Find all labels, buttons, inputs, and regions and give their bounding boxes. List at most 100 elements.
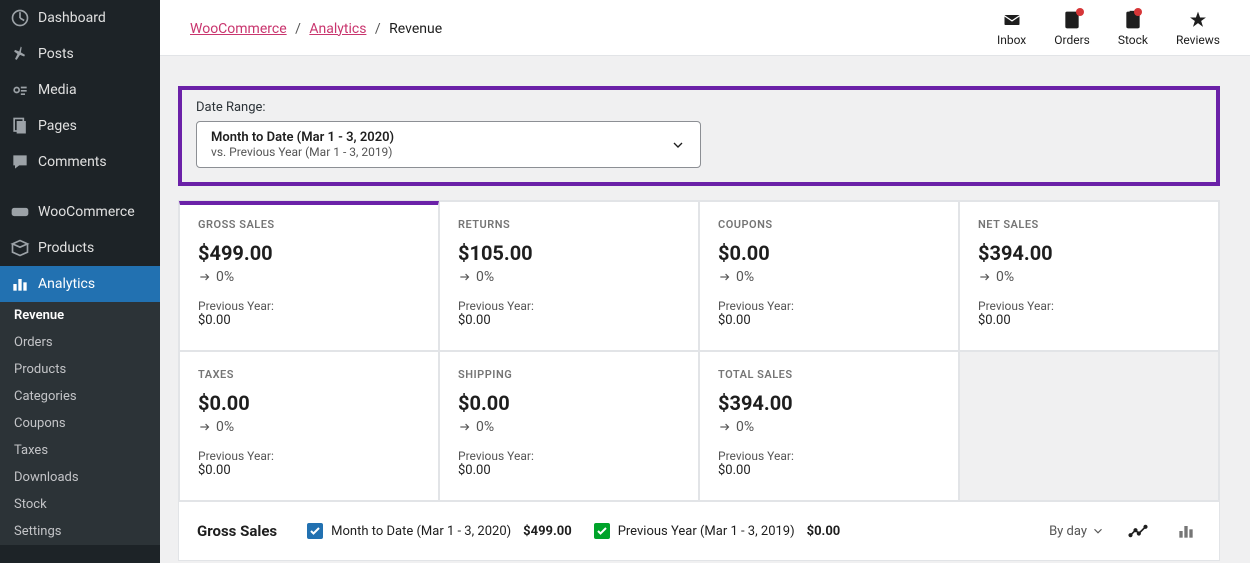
sidebar-item-label: Comments <box>38 154 107 170</box>
kpi-title: COUPONS <box>718 218 940 231</box>
star-icon <box>1188 10 1208 30</box>
header-icon-stock[interactable]: Stock <box>1118 10 1148 47</box>
arrow-right-icon <box>718 420 732 434</box>
kpi-title: GROSS SALES <box>198 218 420 231</box>
header-icon-label: Stock <box>1118 33 1148 47</box>
chart-title: Gross Sales <box>197 522 277 540</box>
dashboard-icon <box>10 8 30 28</box>
media-icon <box>10 80 30 100</box>
sidebar-item-label: Pages <box>38 118 77 134</box>
kpi-prev-label: Previous Year: <box>718 449 940 463</box>
line-chart-button[interactable] <box>1123 516 1153 546</box>
pages-icon <box>10 116 30 136</box>
page-header: WooCommerce / Analytics / Revenue Inbox O… <box>160 0 1250 56</box>
arrow-right-icon <box>198 420 212 434</box>
submenu-item-stock[interactable]: Stock <box>0 491 160 518</box>
submenu-item-downloads[interactable]: Downloads <box>0 464 160 491</box>
sidebar-item-label: Posts <box>38 46 74 62</box>
sidebar-item-analytics[interactable]: Analytics <box>0 266 160 302</box>
products-icon <box>10 238 30 258</box>
sidebar-item-media[interactable]: Media <box>0 72 160 108</box>
notification-badge <box>1134 8 1142 16</box>
sidebar-item-dashboard[interactable]: Dashboard <box>0 0 160 36</box>
chart-series-current[interactable]: Month to Date (Mar 1 - 3, 2020) $499.00 <box>307 523 572 539</box>
submenu-item-coupons[interactable]: Coupons <box>0 410 160 437</box>
kpi-prev-value: $0.00 <box>198 463 420 478</box>
header-icon-reviews[interactable]: Reviews <box>1176 10 1220 47</box>
kpi-tile-gross-sales[interactable]: GROSS SALES$499.000%Previous Year:$0.00 <box>179 201 439 351</box>
kpi-tile-taxes[interactable]: TAXES$0.000%Previous Year:$0.00 <box>179 351 439 501</box>
submenu-item-orders[interactable]: Orders <box>0 329 160 356</box>
sidebar-item-pages[interactable]: Pages <box>0 108 160 144</box>
kpi-value: $0.00 <box>198 391 420 415</box>
kpi-title: TOTAL SALES <box>718 368 940 381</box>
submenu-item-categories[interactable]: Categories <box>0 383 160 410</box>
kpi-tile-net-sales[interactable]: NET SALES$394.000%Previous Year:$0.00 <box>959 201 1219 351</box>
arrow-right-icon <box>978 270 992 284</box>
kpi-tile-shipping[interactable]: SHIPPING$0.000%Previous Year:$0.00 <box>439 351 699 501</box>
chart-series-previous[interactable]: Previous Year (Mar 1 - 3, 2019) $0.00 <box>594 523 841 539</box>
kpi-prev-label: Previous Year: <box>198 299 420 313</box>
date-range-picker[interactable]: Month to Date (Mar 1 - 3, 2020) vs. Prev… <box>196 121 701 168</box>
notification-badge <box>1076 8 1084 16</box>
sidebar-item-label: Products <box>38 240 94 256</box>
submenu-item-taxes[interactable]: Taxes <box>0 437 160 464</box>
kpi-value: $499.00 <box>198 241 420 265</box>
submenu-item-settings[interactable]: Settings <box>0 518 160 545</box>
sidebar-item-woocommerce[interactable]: WooCommerce <box>0 194 160 230</box>
kpi-tile-coupons[interactable]: COUPONS$0.000%Previous Year:$0.00 <box>699 201 959 351</box>
kpi-title: NET SALES <box>978 218 1200 231</box>
kpi-value: $394.00 <box>718 391 940 415</box>
date-range-label: Date Range: <box>196 100 1202 115</box>
date-range-sub: vs. Previous Year (Mar 1 - 3, 2019) <box>211 145 660 159</box>
kpi-prev-value: $0.00 <box>718 313 940 328</box>
bars-icon <box>10 274 30 294</box>
kpi-prev-label: Previous Year: <box>458 299 680 313</box>
breadcrumb-sep: / <box>295 21 301 37</box>
kpi-prev-label: Previous Year: <box>978 299 1200 313</box>
date-range-highlight: Date Range: Month to Date (Mar 1 - 3, 20… <box>178 86 1220 186</box>
breadcrumb: WooCommerce / Analytics / Revenue <box>190 21 442 37</box>
bar-chart-icon <box>1176 521 1196 541</box>
kpi-title: RETURNS <box>458 218 680 231</box>
bar-chart-button[interactable] <box>1171 516 1201 546</box>
chart-header: Gross Sales Month to Date (Mar 1 - 3, 20… <box>178 502 1220 561</box>
kpi-tile-total-sales[interactable]: TOTAL SALES$394.000%Previous Year:$0.00 <box>699 351 959 501</box>
kpi-tile-empty <box>959 351 1219 501</box>
kpi-value: $105.00 <box>458 241 680 265</box>
kpi-prev-value: $0.00 <box>718 463 940 478</box>
admin-sidebar: Dashboard Posts Media Pages Comments WooComme… <box>0 0 160 563</box>
header-icon-orders[interactable]: Orders <box>1054 10 1090 47</box>
header-icon-inbox[interactable]: Inbox <box>997 10 1026 47</box>
breadcrumb-analytics[interactable]: Analytics <box>309 21 366 37</box>
sidebar-item-products[interactable]: Products <box>0 230 160 266</box>
breadcrumb-current: Revenue <box>389 21 442 37</box>
kpi-title: TAXES <box>198 368 420 381</box>
analytics-submenu: RevenueOrdersProductsCategoriesCouponsTa… <box>0 302 160 545</box>
kpi-prev-value: $0.00 <box>978 313 1200 328</box>
pin-icon <box>10 44 30 64</box>
sidebar-item-label: Dashboard <box>38 10 106 26</box>
chart-series-b-label: Previous Year (Mar 1 - 3, 2019) <box>618 524 795 539</box>
kpi-delta: 0% <box>978 269 1200 285</box>
kpi-grid: GROSS SALES$499.000%Previous Year:$0.00R… <box>178 200 1220 502</box>
interval-label: By day <box>1049 524 1087 539</box>
breadcrumb-woocommerce[interactable]: WooCommerce <box>190 21 287 37</box>
sidebar-item-posts[interactable]: Posts <box>0 36 160 72</box>
comment-icon <box>10 152 30 172</box>
interval-select[interactable]: By day <box>1049 524 1105 539</box>
kpi-prev-value: $0.00 <box>458 313 680 328</box>
submenu-item-revenue[interactable]: Revenue <box>0 302 160 329</box>
checkbox-checked-icon <box>307 523 323 539</box>
chevron-down-icon <box>670 137 686 153</box>
header-icons: Inbox Orders Stock Reviews <box>997 10 1220 47</box>
chevron-down-icon <box>1091 524 1105 538</box>
header-icon-label: Reviews <box>1176 33 1220 47</box>
kpi-delta: 0% <box>718 269 940 285</box>
submenu-item-products[interactable]: Products <box>0 356 160 383</box>
kpi-tile-returns[interactable]: RETURNS$105.000%Previous Year:$0.00 <box>439 201 699 351</box>
sidebar-item-label: Media <box>38 82 77 98</box>
date-range-main: Month to Date (Mar 1 - 3, 2020) <box>211 130 660 145</box>
sidebar-item-comments[interactable]: Comments <box>0 144 160 180</box>
arrow-right-icon <box>198 270 212 284</box>
